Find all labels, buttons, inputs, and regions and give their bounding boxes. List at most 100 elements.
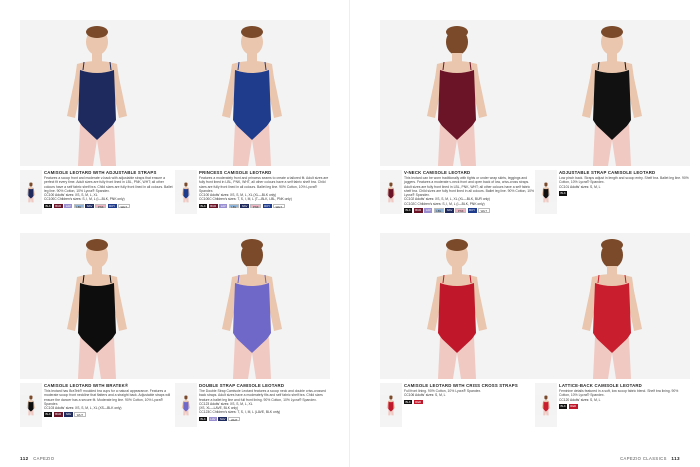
color-swatch[interactable]: ROY bbox=[262, 203, 272, 209]
color-swatch[interactable]: ROY bbox=[107, 203, 117, 209]
color-swatch[interactable]: LAV bbox=[219, 203, 228, 209]
product-photo bbox=[20, 233, 175, 379]
product-thumbnail bbox=[380, 383, 402, 427]
color-swatch[interactable]: BUR bbox=[53, 412, 63, 418]
size-line: CC100C Children's sizes: S, I, M, L (I—B… bbox=[44, 197, 125, 202]
color-swatch[interactable]: NAV bbox=[218, 416, 227, 422]
color-swatch[interactable]: RED bbox=[568, 403, 578, 409]
product-text: LATTICE-BACK CAMISOLE LEOTARD Feminine d… bbox=[559, 383, 690, 409]
color-swatch[interactable]: RED bbox=[413, 399, 423, 405]
color-swatch[interactable]: BLK bbox=[199, 416, 208, 422]
product-photo bbox=[380, 20, 535, 166]
color-swatch[interactable]: NAV bbox=[85, 203, 94, 209]
color-swatch[interactable]: WHT bbox=[478, 207, 490, 213]
color-swatch[interactable]: LBL bbox=[433, 207, 444, 213]
product-title: CAMISOLE LEOTARD WITH BRATEK® bbox=[44, 383, 129, 388]
size-line: CC106 Adults' sizes: S, M, L bbox=[404, 393, 446, 398]
product-photo bbox=[535, 233, 690, 379]
product-photo bbox=[380, 233, 535, 379]
product-description: Features a scoop front and moderate v-ba… bbox=[44, 176, 173, 193]
color-swatch[interactable]: LAV bbox=[424, 207, 433, 213]
color-swatch[interactable]: LAV bbox=[208, 416, 217, 422]
product-title: PRINCESS CAMISOLE LEOTARD bbox=[199, 170, 272, 175]
product-text: V-NECK CAMISOLE LEOTARD This leotard can… bbox=[404, 170, 535, 213]
product-title: CAMISOLE LEOTARD WITH CRISS CROSS STRAPS bbox=[404, 383, 518, 388]
product-title: CAMISOLE LEOTARD WITH ADJUSTABLE STRAPS bbox=[44, 170, 157, 175]
product-thumbnail bbox=[175, 170, 197, 214]
color-swatch[interactable]: BLK bbox=[199, 203, 208, 209]
left-footer: 112 CAPEZIO bbox=[20, 456, 54, 461]
swatch-row: BLK BUR LAV LBL NAV PNK ROY WHT bbox=[404, 207, 535, 213]
color-swatch[interactable]: BUR bbox=[208, 203, 218, 209]
color-swatch[interactable]: PNK bbox=[95, 203, 107, 209]
product-description: This leotard can be worn traditionally w… bbox=[404, 176, 535, 198]
swatch-row: BLK BUR NAV WHT bbox=[44, 412, 175, 417]
color-swatch[interactable]: BLK bbox=[559, 190, 568, 196]
color-swatch[interactable]: NAV bbox=[445, 207, 454, 213]
color-swatch[interactable]: LBL bbox=[73, 203, 84, 209]
size-line: CC123C Children's sizes: T, S, I, M, L (… bbox=[199, 410, 281, 415]
left-page-number: 112 bbox=[20, 456, 29, 461]
swatch-row: BLK BUR LAV LBL NAV PNK ROY WHT bbox=[199, 203, 330, 209]
right-section: CAPEZIO CLASSICS bbox=[620, 456, 667, 461]
product-text: CAMISOLE LEOTARD WITH BRATEK® This leota… bbox=[44, 383, 175, 417]
product-thumbnail bbox=[535, 383, 557, 427]
color-swatch[interactable]: BLK bbox=[44, 412, 53, 418]
color-swatch[interactable]: NAV bbox=[64, 412, 73, 418]
product-description: This leotard has BraTek® moulded bra cup… bbox=[44, 389, 171, 406]
size-line: CC101 Adults' sizes: S, M, L bbox=[559, 184, 601, 189]
product-card: CAMISOLE LEOTARD WITH BRATEK® This leota… bbox=[20, 233, 175, 461]
product-card: LATTICE-BACK CAMISOLE LEOTARD Feminine d… bbox=[535, 233, 690, 461]
color-swatch[interactable]: LBL bbox=[228, 203, 239, 209]
color-swatch[interactable]: BLK bbox=[44, 203, 53, 209]
product-thumbnail bbox=[20, 170, 42, 214]
product-text: PRINCESS CAMISOLE LEOTARD Features a mod… bbox=[199, 170, 330, 209]
product-photo bbox=[175, 20, 330, 166]
right-footer: CAPEZIO CLASSICS 113 bbox=[620, 456, 680, 461]
color-swatch[interactable]: BLK bbox=[404, 399, 413, 405]
product-photo bbox=[535, 20, 690, 166]
size-line: CC102C Children's sizes: S, I, M, L (I—B… bbox=[404, 201, 485, 206]
product-thumbnail bbox=[535, 170, 557, 214]
size-line: CC100C Children's sizes: T, S, I, M, L (… bbox=[199, 197, 292, 202]
color-swatch[interactable]: WHT bbox=[273, 203, 285, 209]
product-info: DOUBLE STRAP CAMISOLE LEOTARD The Double… bbox=[175, 383, 330, 461]
color-swatch[interactable]: LAV bbox=[64, 203, 73, 209]
product-info: CAMISOLE LEOTARD WITH BRATEK® This leota… bbox=[20, 383, 175, 461]
right-page: V-NECK CAMISOLE LEOTARD This leotard can… bbox=[350, 0, 700, 467]
product-text: ADJUSTABLE STRAP CAMISOLE LEOTARD Low pi… bbox=[559, 170, 690, 196]
product-photo bbox=[175, 233, 330, 379]
color-swatch[interactable]: WHT bbox=[228, 416, 240, 422]
product-thumbnail bbox=[175, 383, 197, 427]
product-description: The Double Strap Camisole Leotard featur… bbox=[199, 389, 326, 402]
product-photo bbox=[20, 20, 175, 166]
product-card: V-NECK CAMISOLE LEOTARD This leotard can… bbox=[380, 20, 535, 248]
color-swatch[interactable]: PNK bbox=[455, 207, 467, 213]
color-swatch[interactable]: NAV bbox=[240, 203, 249, 209]
color-swatch[interactable]: BLK bbox=[559, 403, 568, 409]
product-thumbnail bbox=[380, 170, 402, 214]
color-swatch[interactable]: PNK bbox=[250, 203, 262, 209]
product-card: CAMISOLE LEOTARD WITH ADJUSTABLE STRAPS … bbox=[20, 20, 175, 248]
product-thumbnail bbox=[20, 383, 42, 427]
color-swatch[interactable]: BUR bbox=[413, 207, 423, 213]
product-card: PRINCESS CAMISOLE LEOTARD Features a mod… bbox=[175, 20, 330, 248]
product-text: CAMISOLE LEOTARD WITH ADJUSTABLE STRAPS … bbox=[44, 170, 175, 209]
product-card: DOUBLE STRAP CAMISOLE LEOTARD The Double… bbox=[175, 233, 330, 461]
product-description: Features a moderately front and princess… bbox=[199, 176, 329, 193]
size-line: CC120 Adults' sizes: S, M, L bbox=[559, 397, 601, 402]
color-swatch[interactable]: ROY bbox=[467, 207, 477, 213]
right-page-number: 113 bbox=[671, 456, 680, 461]
size-line: CC103 Adults' sizes: XS, S, M, L, XL (XS… bbox=[44, 406, 122, 411]
color-swatch[interactable]: WHT bbox=[74, 412, 86, 417]
product-info: LATTICE-BACK CAMISOLE LEOTARD Feminine d… bbox=[535, 383, 690, 461]
color-swatch[interactable]: WHT bbox=[118, 203, 130, 209]
color-swatch[interactable]: BUR bbox=[53, 203, 63, 209]
swatch-row: BLK RED bbox=[404, 399, 535, 405]
product-title: DOUBLE STRAP CAMISOLE LEOTARD bbox=[199, 383, 285, 388]
color-swatch[interactable]: BLK bbox=[404, 207, 413, 213]
product-description: Feminine details featured in a soft, low… bbox=[559, 389, 679, 398]
product-title: ADJUSTABLE STRAP CAMISOLE LEOTARD bbox=[559, 170, 656, 175]
product-card: ADJUSTABLE STRAP CAMISOLE LEOTARD Low pi… bbox=[535, 20, 690, 248]
left-brand: CAPEZIO bbox=[33, 456, 55, 461]
